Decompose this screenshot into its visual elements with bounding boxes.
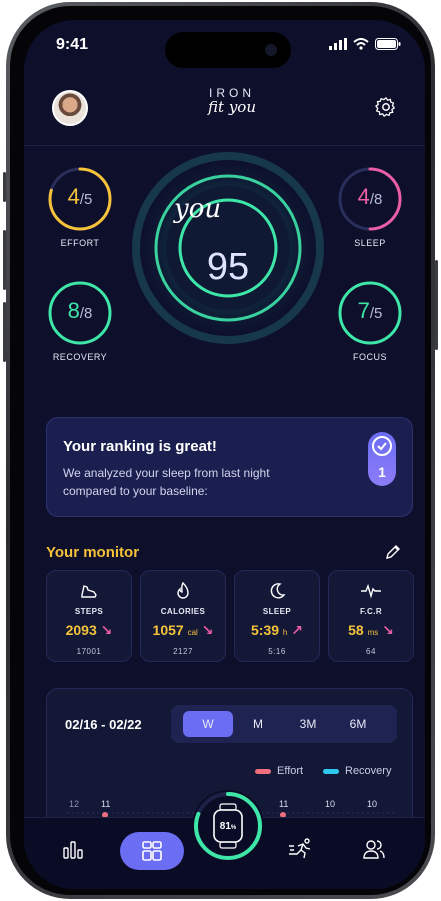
ranking-card[interactable]: Your ranking is great! We analyzed your … [46, 417, 413, 517]
focus-stat[interactable]: 7/5 FOCUS [330, 280, 410, 362]
tile-baseline: 64 [366, 647, 376, 656]
ranking-badge-number: 1 [378, 464, 386, 480]
main-score-ring[interactable]: you 95 [130, 150, 326, 346]
camera-icon [265, 44, 277, 56]
ranking-title: Your ranking is great! [63, 438, 217, 455]
recovery-ring: 8/8 [47, 280, 113, 346]
shoe-icon [81, 585, 97, 598]
tile-label: SLEEP [262, 607, 292, 616]
effort-label: EFFORT [60, 238, 100, 248]
watch-value: 81% [219, 821, 237, 832]
monitor-tile-fcr[interactable]: F.C.R 58 ms ↘ 64 [328, 570, 414, 662]
period-m[interactable]: M [233, 711, 283, 737]
watch-button[interactable]: 81% [192, 790, 264, 862]
action-button [3, 172, 6, 202]
flame-icon [177, 581, 189, 599]
tile-label: STEPS [74, 607, 104, 616]
people-icon[interactable] [362, 838, 386, 860]
sleep-value: 4/8 [357, 184, 383, 209]
volume-up-button [3, 230, 6, 290]
edit-icon[interactable] [385, 544, 401, 560]
recovery-label: RECOVERY [52, 352, 108, 362]
focus-value: 7/5 [357, 298, 383, 323]
focus-ring: 7/5 [337, 280, 403, 346]
effort-stat[interactable]: 4/5 EFFORT [40, 166, 120, 248]
signal-icon [329, 38, 347, 50]
sleep-stat[interactable]: 4/8 SLEEP [330, 166, 410, 248]
status-icons [329, 38, 401, 50]
recovery-stat[interactable]: 8/8 RECOVERY [40, 280, 120, 362]
tile-baseline: 5:16 [268, 647, 286, 656]
focus-label: FOCUS [353, 352, 387, 362]
screen: 9:41 IRON fit you 4/5 EFFORT 4/8 SLEEP 8… [24, 20, 425, 889]
status-bar: 9:41 [24, 20, 425, 68]
battery-icon [375, 38, 401, 50]
legend-recovery: Recovery [323, 765, 391, 777]
power-button [435, 260, 438, 350]
status-time: 9:41 [56, 36, 89, 53]
moon-icon [270, 583, 286, 599]
main-score-value: 95 [206, 246, 250, 288]
date-range[interactable]: 02/16 - 02/22 [65, 717, 142, 732]
monitor-title: Your monitor [46, 544, 140, 561]
ranking-subtitle: We analyzed your sleep from last night c… [63, 466, 270, 498]
app-logo: IRON fit you [202, 86, 262, 116]
bezel: 9:41 IRON fit you 4/5 EFFORT 4/8 SLEEP 8… [10, 6, 431, 895]
tile-value: 5:39 h ↗ [251, 622, 303, 638]
app-header: IRON fit you [24, 86, 425, 146]
tile-value: 2093 ↘ [65, 622, 113, 638]
legend-effort: Effort [255, 765, 303, 777]
monitor-tile-sleep[interactable]: SLEEP 5:39 h ↗ 5:16 [234, 570, 320, 662]
period-w[interactable]: W [183, 711, 233, 737]
phone-frame: 9:41 IRON fit you 4/5 EFFORT 4/8 SLEEP 8… [3, 2, 438, 899]
period-selector: W M 3M 6M [171, 705, 397, 743]
avatar[interactable] [52, 90, 88, 126]
activity-icon[interactable] [288, 838, 314, 860]
tile-baseline: 2127 [173, 647, 193, 656]
gear-icon[interactable] [375, 96, 397, 118]
tab-bar: 81% [24, 790, 425, 889]
dynamic-island [165, 32, 291, 68]
wifi-icon [353, 38, 369, 50]
sleep-label: SLEEP [354, 238, 386, 248]
period-3m[interactable]: 3M [283, 711, 333, 737]
main-score-label: you [174, 194, 222, 224]
recovery-value: 8/8 [67, 298, 93, 323]
tile-value: 1057 cal ↘ [152, 622, 214, 638]
stats-icon[interactable] [62, 838, 84, 860]
sleep-ring: 4/8 [337, 166, 403, 232]
logo-line-2: fit you [208, 98, 256, 116]
monitor-tile-calories[interactable]: CALORIES 1057 cal ↘ 2127 [140, 570, 226, 662]
ranking-badge: 1 [368, 432, 396, 486]
tile-value: 58 ms ↘ [348, 622, 394, 638]
pulse-icon [361, 583, 381, 599]
effort-value: 4/5 [67, 184, 93, 209]
check-icon [372, 436, 392, 456]
monitor-tile-steps[interactable]: STEPS 2093 ↘ 17001 [46, 570, 132, 662]
volume-down-button [3, 302, 6, 362]
tile-baseline: 17001 [76, 647, 102, 656]
dashboard-tab[interactable] [120, 832, 184, 870]
tile-label: CALORIES [160, 607, 206, 616]
period-6m[interactable]: 6M [333, 711, 383, 737]
tile-label: F.C.R [360, 607, 382, 616]
dashboard-icon [142, 841, 162, 861]
effort-ring: 4/5 [47, 166, 113, 232]
